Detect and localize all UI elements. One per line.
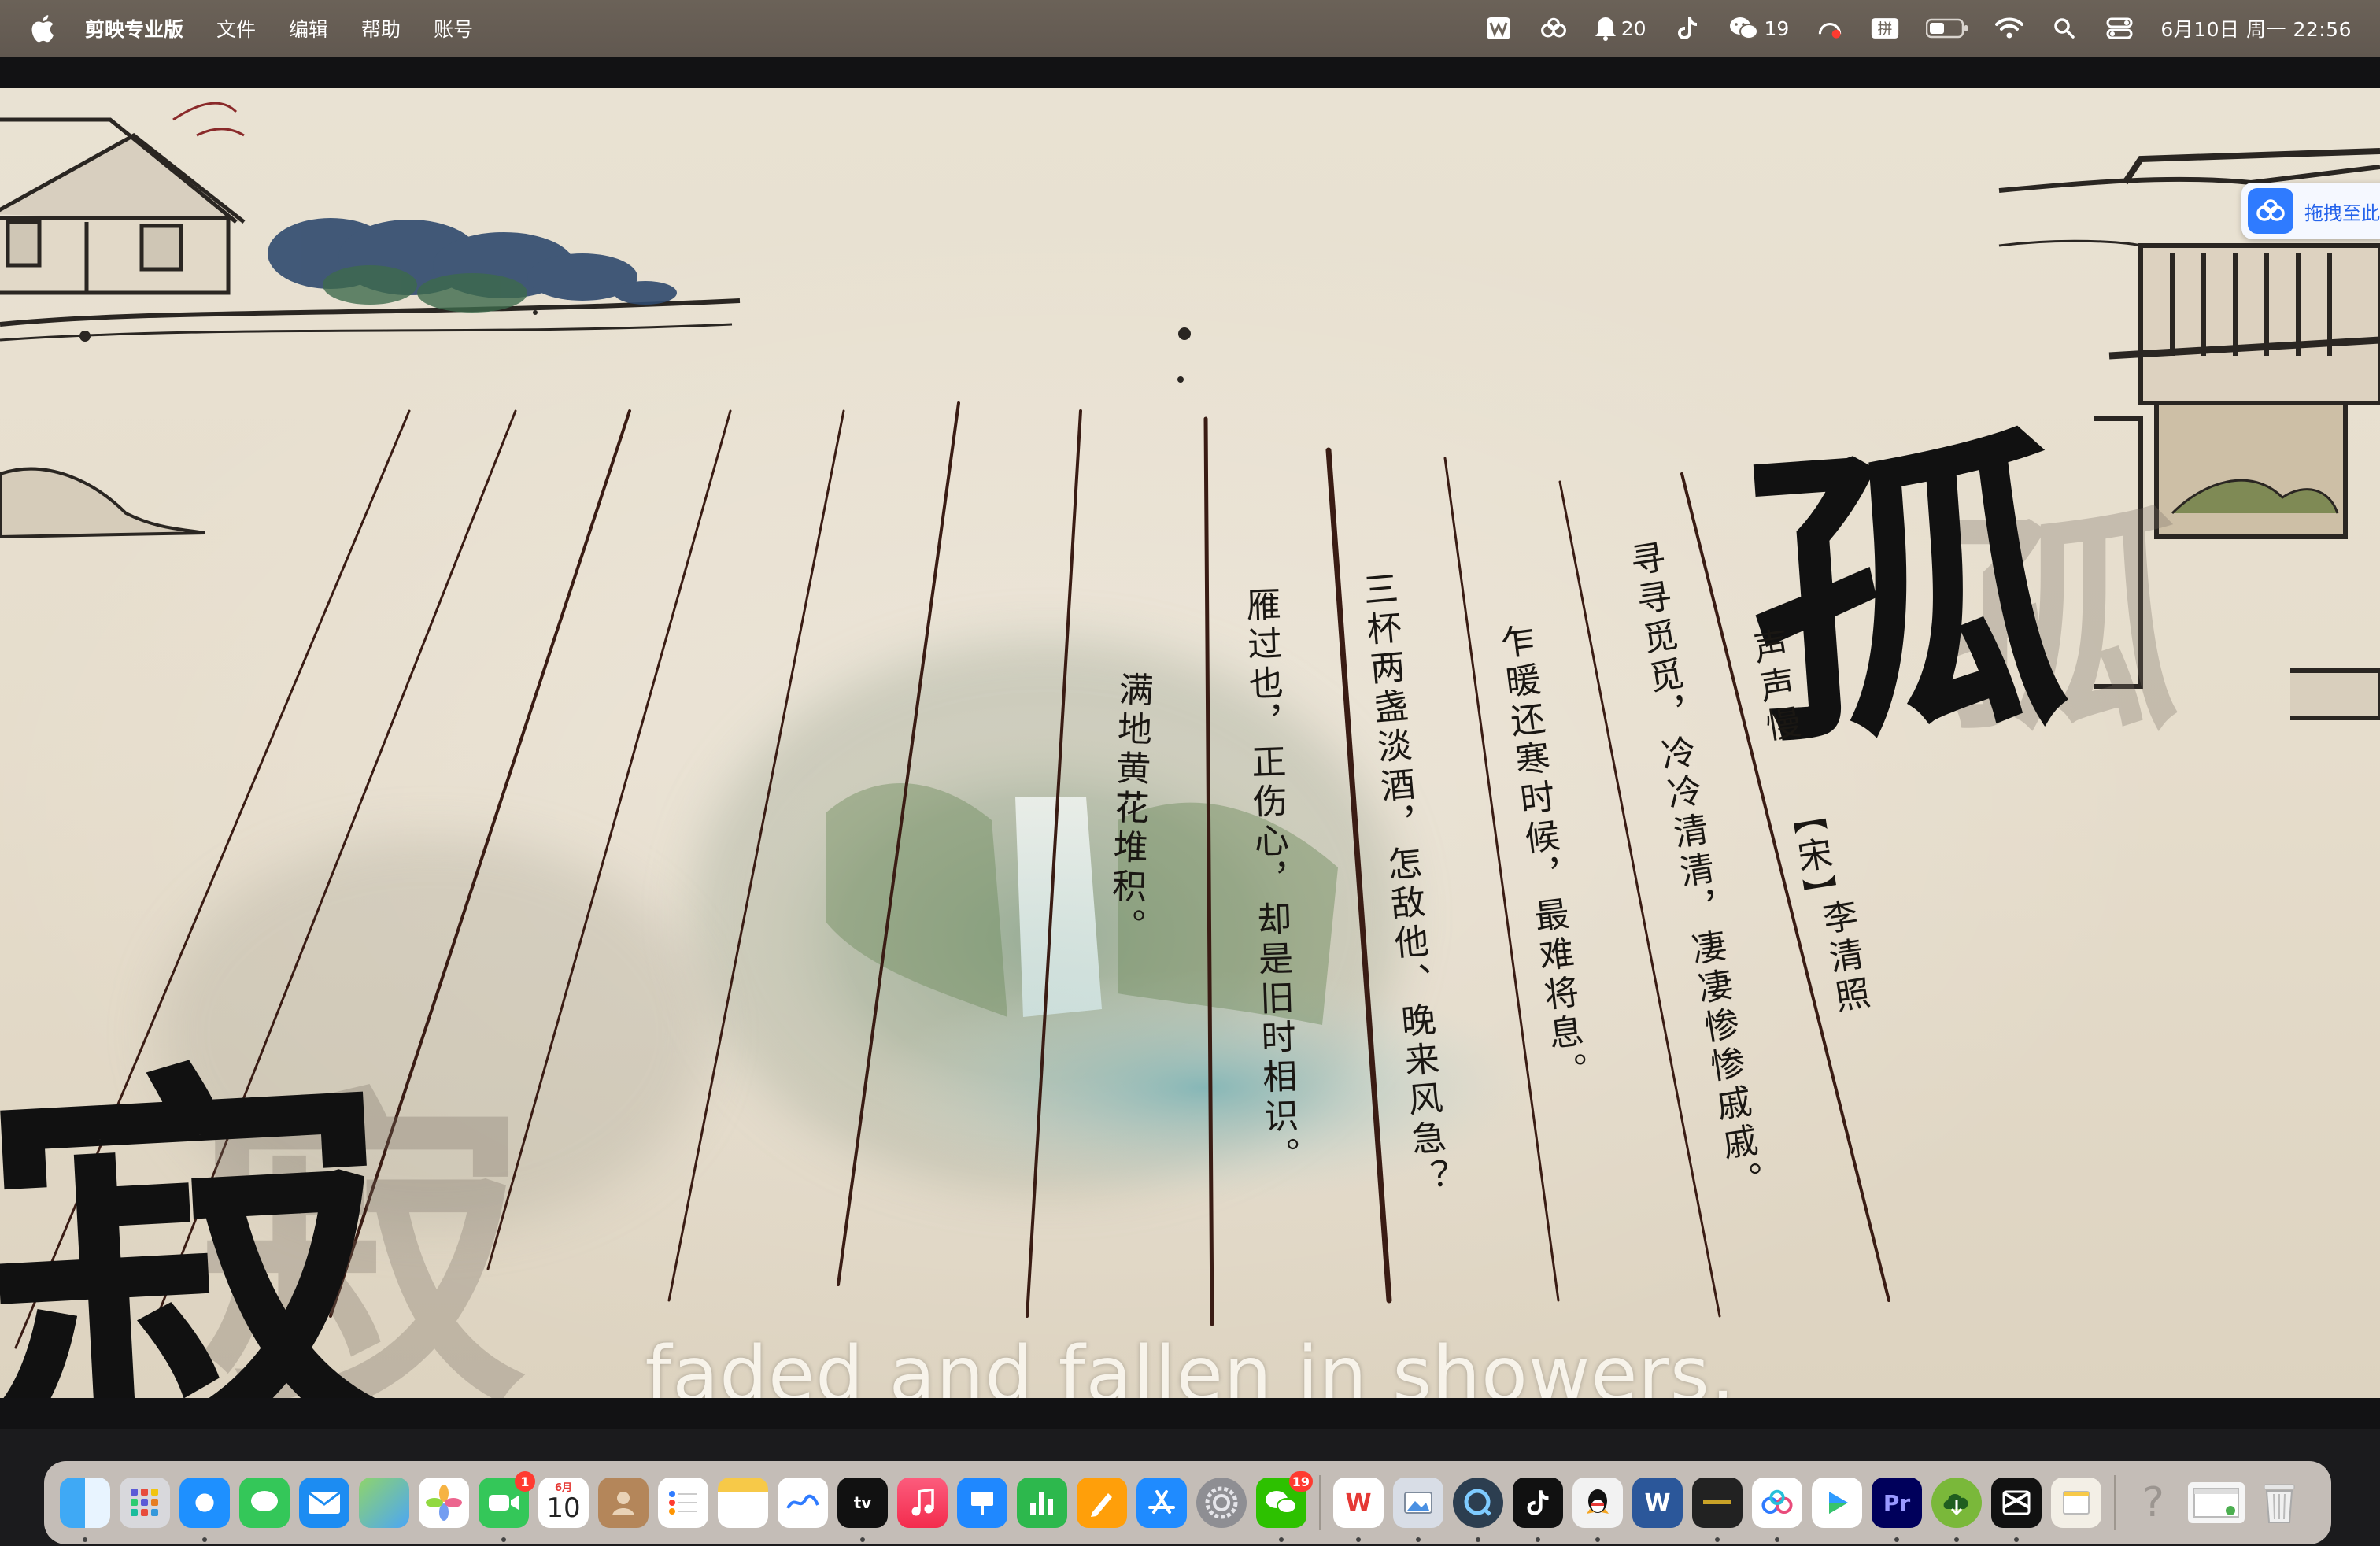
photos-icon[interactable] [419,1478,469,1528]
quicktime-icon[interactable] [1453,1478,1503,1542]
qq-count: 20 [1621,17,1646,40]
numbers-icon[interactable] [1017,1478,1067,1528]
infuse-icon[interactable] [1812,1478,1862,1528]
app-store-icon[interactable] [1136,1478,1187,1528]
stickies-icon[interactable] [2051,1478,2101,1528]
mail-icon[interactable] [299,1478,349,1528]
help-question-icon[interactable]: ? [2128,1478,2179,1528]
system-settings-icon[interactable] [1196,1478,1247,1528]
menu-bar: 剪映专业版 文件 编辑 帮助 账号 20 19 拼 6月10日 周一 22:56 [0,0,2380,57]
screen-record-icon[interactable] [1816,14,1844,43]
menu-help[interactable]: 帮助 [361,14,401,43]
maps-icon[interactable] [359,1478,409,1528]
baidu-drag-drop-chip[interactable]: 拖拽至此 [2241,183,2380,239]
reminders-icon[interactable] [658,1478,708,1528]
wechat-dock-icon[interactable]: 19 [1256,1471,1313,1542]
baidu-netdisk-dock-icon[interactable] [1752,1478,1802,1542]
facetime-icon[interactable]: 1 [479,1471,535,1542]
baidu-netdisk-status-icon[interactable] [1539,14,1568,43]
wechat-badge: 19 [1288,1471,1313,1492]
downloader-icon[interactable] [1931,1478,1982,1542]
video-subtitle: faded and fallen in showers, [645,1330,1735,1398]
poem-line-5: 满地黄花堆积。 [1103,671,1154,948]
calendar-icon[interactable]: 6月 10 [538,1478,589,1528]
menu-file[interactable]: 文件 [216,14,256,43]
baidu-netdisk-icon [2248,188,2293,234]
freeform-icon[interactable] [778,1478,828,1528]
battery-icon[interactable] [1926,14,1968,43]
dock: 1 6月 10 tv 19 W W Pr ? [44,1461,2331,1544]
contacts-icon[interactable] [598,1478,649,1528]
dock-separator [1319,1475,1321,1530]
qq-icon[interactable] [1572,1478,1623,1542]
terminal-icon[interactable] [1692,1478,1743,1542]
input-method-icon[interactable]: 拼 [1871,14,1899,43]
wps-status-icon[interactable] [1484,14,1513,43]
wps-icon[interactable]: W [1333,1478,1384,1542]
preview-icon[interactable] [1393,1478,1443,1542]
svg-text:拼: 拼 [1878,20,1893,38]
word-icon[interactable]: W [1632,1478,1683,1528]
tiktok-status-icon[interactable] [1673,14,1702,43]
menu-edit[interactable]: 编辑 [289,14,328,43]
qq-status-item[interactable]: 20 [1595,16,1646,41]
keynote-icon[interactable] [957,1478,1007,1528]
facetime-badge: 1 [515,1471,535,1492]
video-preview-area: 孤 孤 寂 寂 声声慢 【宋】 李清照 寻寻觅觅，冷冷清清，凄凄惨惨戚戚。 乍暖… [0,57,2380,1429]
apple-tv-icon[interactable]: tv [837,1478,888,1542]
qq-bell-icon [1595,17,1616,41]
apple-logo-icon[interactable] [28,13,55,44]
trash-icon[interactable] [2254,1478,2304,1528]
pages-icon[interactable] [1077,1478,1127,1528]
music-icon[interactable] [897,1478,948,1528]
notes-icon[interactable] [718,1478,768,1528]
safari-icon[interactable] [179,1478,230,1542]
control-center-icon[interactable] [2105,14,2134,43]
wifi-icon[interactable] [1995,14,2024,43]
launchpad-icon[interactable] [120,1478,170,1528]
app-menu[interactable]: 剪映专业版 [85,14,183,43]
premiere-pro-icon[interactable]: Pr [1872,1478,1922,1542]
capcut-icon[interactable] [1991,1478,2042,1542]
spotlight-search-icon[interactable] [2050,14,2079,43]
wechat-count: 19 [1764,17,1790,40]
tiktok-dock-icon[interactable] [1513,1478,1563,1542]
calendar-day: 10 [546,1492,581,1524]
screenshot-thumbnail-icon[interactable] [2188,1482,2245,1523]
menu-clock[interactable]: 6月10日 周一 22:56 [2160,14,2352,43]
dock-separator [2114,1475,2116,1530]
finder-icon[interactable] [60,1478,110,1542]
video-frame: 孤 孤 寂 寂 声声慢 【宋】 李清照 寻寻觅觅，冷冷清清，凄凄惨惨戚戚。 乍暖… [0,88,2380,1398]
calligraphy-char-ji: 寂 [0,1018,408,1398]
wechat-icon [1729,17,1758,39]
wechat-status-item[interactable]: 19 [1728,16,1790,41]
messages-icon[interactable] [239,1478,290,1528]
menu-account[interactable]: 账号 [434,14,473,43]
baidu-chip-label: 拖拽至此 [2304,202,2380,224]
